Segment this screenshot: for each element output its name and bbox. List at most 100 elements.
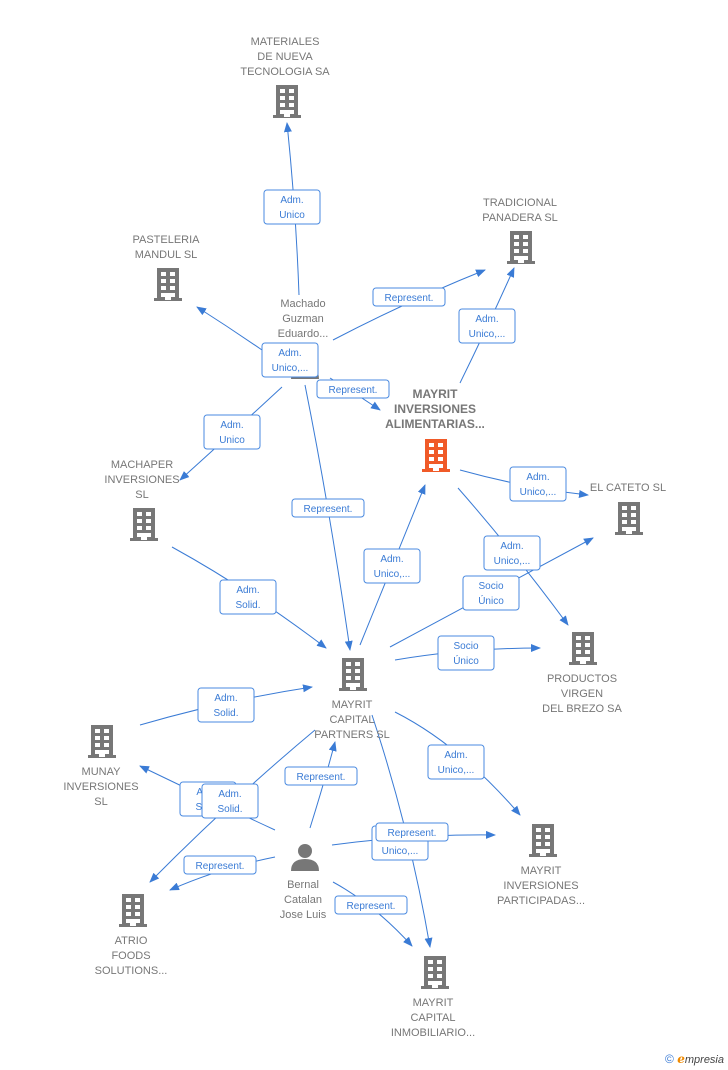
relation-label[interactable]: Adm. Unico	[203, 414, 261, 450]
node-label: PARTNERS SL	[314, 729, 389, 741]
relation-label[interactable]: Represent.	[291, 498, 365, 518]
building-icon	[615, 502, 643, 535]
relation-label-text: Adm.	[526, 472, 549, 483]
relation-label-text: Represent.	[196, 861, 245, 872]
node-mayrit_alim[interactable]: MAYRITINVERSIONESALIMENTARIAS...	[385, 387, 485, 472]
relation-label-text: Unico,...	[469, 329, 506, 340]
node-label: MAYRIT	[521, 865, 562, 877]
relation-label[interactable]: Socio Único	[462, 575, 520, 611]
node-label: TECNOLOGIA SA	[240, 66, 330, 78]
relation-label[interactable]: Adm. Unico,...	[363, 548, 421, 584]
brand-footer: © empresia	[665, 1052, 724, 1066]
relation-label-text: Represent.	[388, 828, 437, 839]
node-label: MAYRIT	[413, 997, 454, 1009]
node-label: Catalan	[284, 894, 322, 906]
node-label: INVERSIONES	[63, 781, 138, 793]
network-graph: MATERIALES DE NUEVA TECNOLOGIA SA PASTELERI…	[63, 36, 666, 1039]
node-label: INVERSIONES	[394, 402, 476, 416]
node-label: CAPITAL	[329, 714, 374, 726]
building-icon	[154, 268, 182, 301]
node-mcp[interactable]: MAYRIT CAPITAL PARTNERS SL	[314, 658, 390, 741]
relation-label[interactable]: Adm. Unico,...	[261, 342, 319, 378]
node-label: DEL BREZO SA	[542, 703, 622, 715]
node-label: Eduardo...	[278, 328, 329, 340]
node-label: ALIMENTARIAS...	[385, 417, 485, 431]
node-pasteleria[interactable]: PASTELERIA MANDUL SL	[132, 234, 200, 301]
relation-label[interactable]: Represent.	[334, 895, 408, 915]
relation-label[interactable]: Adm. Solid.	[197, 687, 255, 723]
node-label: MACHAPER	[111, 459, 173, 471]
relation-label-text: Socio	[453, 641, 478, 652]
node-munay[interactable]: MUNAY INVERSIONES SL	[63, 725, 139, 808]
node-label: VIRGEN	[561, 688, 603, 700]
node-tradicional[interactable]: TRADICIONAL PANADERA SL	[482, 197, 558, 264]
relation-label-text: Socio	[478, 581, 503, 592]
node-label: PANADERA SL	[482, 212, 558, 224]
relation-label-text: Unico	[279, 210, 305, 221]
relation-label[interactable]: Represent.	[284, 766, 358, 786]
node-label: PARTICIPADAS...	[497, 895, 585, 907]
relation-label-text: Unico,...	[382, 846, 419, 857]
relation-label[interactable]: Represent.	[316, 379, 390, 399]
node-label: Jose Luis	[280, 909, 327, 921]
node-bernal[interactable]: Bernal Catalan Jose Luis	[280, 844, 327, 921]
node-label: FOODS	[111, 950, 150, 962]
node-label: Machado	[280, 298, 325, 310]
relation-label[interactable]: Adm. Solid.	[201, 783, 259, 819]
node-label: PRODUCTOS	[547, 673, 617, 685]
relation-label[interactable]: Adm. Unico,...	[483, 535, 541, 571]
relation-label[interactable]: Adm. Unico,...	[509, 466, 567, 502]
edge-machado-to-pasteleria	[196, 306, 263, 351]
relation-label-text: Unico,...	[438, 765, 475, 776]
node-label: MATERIALES	[251, 36, 320, 48]
relation-label[interactable]: Socio Único	[437, 635, 495, 671]
node-atrio[interactable]: ATRIO FOODS SOLUTIONS...	[95, 894, 168, 977]
relation-label-text: Adm.	[278, 348, 301, 359]
building-icon	[421, 956, 449, 989]
relation-label[interactable]: Adm. Unico,...	[458, 308, 516, 344]
node-label: INVERSIONES	[104, 474, 179, 486]
relation-label[interactable]: Adm. Unico	[263, 189, 321, 225]
node-label: DE NUEVA	[257, 51, 313, 63]
node-el_cateto[interactable]: EL CATETO SL	[590, 482, 666, 535]
node-machaper[interactable]: MACHAPER INVERSIONES SL	[104, 459, 180, 541]
building-icon	[88, 725, 116, 758]
relation-label[interactable]: Adm. Solid.	[219, 579, 277, 615]
node-label: INMOBILIARIO...	[391, 1027, 475, 1039]
relation-label-text: Represent.	[347, 901, 396, 912]
node-mayrit_inmob[interactable]: MAYRIT CAPITAL INMOBILIARIO...	[391, 956, 475, 1039]
relation-label-text: Unico,...	[494, 556, 531, 567]
node-label: MANDUL SL	[135, 249, 198, 261]
relation-label[interactable]: Represent.	[372, 287, 446, 307]
relation-label-text: Solid.	[213, 708, 238, 719]
node-materiales[interactable]: MATERIALES DE NUEVA TECNOLOGIA SA	[240, 36, 330, 118]
node-label: PASTELERIA	[132, 234, 200, 246]
node-mayrit_part[interactable]: MAYRIT INVERSIONES PARTICIPADAS...	[497, 824, 585, 907]
brand-logo-text: mpresia	[684, 1054, 724, 1066]
relation-label[interactable]: Represent.	[183, 855, 257, 875]
relation-label-text: Adm.	[500, 541, 523, 552]
node-label: MAYRIT	[332, 699, 373, 711]
node-label: SL	[94, 796, 107, 808]
node-label: TRADICIONAL	[483, 197, 557, 209]
relation-label-text: Unico,...	[272, 363, 309, 374]
building-icon	[119, 894, 147, 927]
node-productos[interactable]: PRODUCTOS VIRGEN DEL BREZO SA	[542, 632, 622, 715]
node-label: Bernal	[287, 879, 319, 891]
relation-label-text: Represent.	[385, 293, 434, 304]
relation-label-text: Único	[453, 654, 479, 667]
relation-label[interactable]: Represent.	[375, 822, 449, 842]
copyright-symbol: ©	[665, 1052, 674, 1066]
node-label: MAYRIT	[413, 387, 459, 401]
relation-label-text: Adm.	[475, 314, 498, 325]
person-icon	[291, 844, 319, 871]
relation-label-text: Unico,...	[374, 569, 411, 580]
relation-label-text: Adm.	[280, 195, 303, 206]
relation-label[interactable]: Adm. Unico,...	[427, 744, 485, 780]
relation-label-text: Represent.	[329, 385, 378, 396]
node-label: ATRIO	[115, 935, 148, 947]
relation-label-text: Represent.	[297, 772, 346, 783]
building-icon	[569, 632, 597, 665]
relation-label-text: Solid.	[235, 600, 260, 611]
building-icon	[339, 658, 367, 691]
